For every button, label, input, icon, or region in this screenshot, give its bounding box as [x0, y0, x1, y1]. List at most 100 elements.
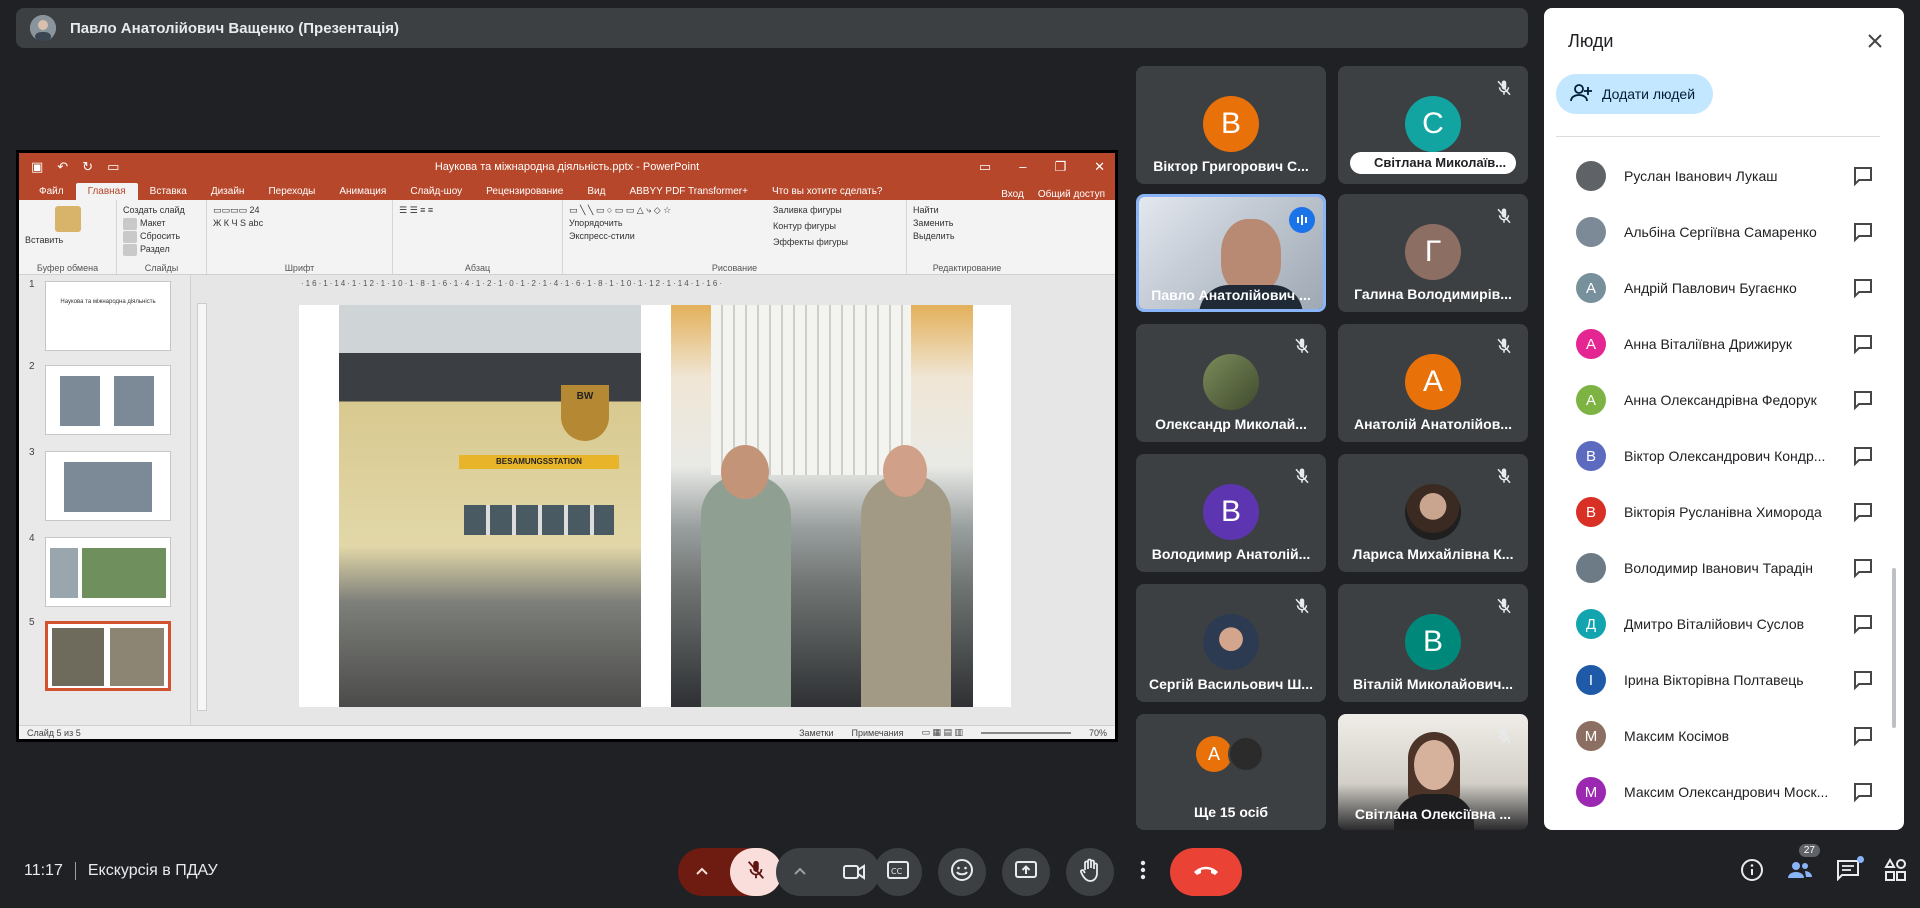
participant-name: Світлана Олексіївна ... — [1354, 806, 1512, 822]
people-list-item[interactable]: І Ірина Вікторівна Полтавець — [1544, 652, 1904, 708]
person-avatar: В — [1576, 441, 1606, 471]
mic-off-icon — [1492, 204, 1516, 228]
people-panel: Люди Додати людей Руслан Іванович Лукаш А… — [1544, 8, 1904, 830]
message-icon[interactable] — [1852, 669, 1874, 691]
participant-tile[interactable]: Олександр Миколай... — [1136, 324, 1326, 442]
reset-icon — [123, 230, 137, 243]
message-icon[interactable] — [1852, 165, 1874, 187]
message-icon[interactable] — [1852, 557, 1874, 579]
person-photo-avatar — [1576, 553, 1606, 583]
people-list-item[interactable]: А Анна Олександрівна Федорук — [1544, 372, 1904, 428]
participant-tile[interactable]: А Анатолій Анатолійов... — [1338, 324, 1528, 442]
close-icon[interactable] — [1864, 30, 1886, 52]
participant-avatar: А — [1405, 354, 1461, 410]
people-list-item[interactable]: А Анна Віталіївна Дрижирук — [1544, 316, 1904, 372]
slides-group: Создать слайд Макет Сбросить Раздел Слай… — [117, 200, 207, 274]
participant-avatar: С — [1405, 96, 1461, 152]
participant-tile[interactable]: В Віктор Григорович С... — [1136, 66, 1326, 184]
meet-window: Павло Анатолійович Ващенко (Презентація)… — [0, 0, 1920, 908]
participant-tile[interactable]: Світлана Олексіївна ... — [1338, 714, 1528, 830]
people-list-item[interactable]: В Віктор Олександрович Кондр... — [1544, 428, 1904, 484]
participant-tile[interactable]: Г Галина Володимирів... — [1338, 194, 1528, 312]
message-icon[interactable] — [1852, 277, 1874, 299]
participant-avatar: А — [1196, 736, 1232, 772]
people-list-item[interactable]: М Максим Косімов — [1544, 708, 1904, 764]
more-vert-icon — [1140, 859, 1146, 886]
thumb-number: 3 — [29, 447, 35, 458]
slide-counter: Слайд 5 из 5 — [27, 727, 81, 738]
people-icon — [1787, 859, 1813, 886]
reactions-button[interactable] — [938, 848, 986, 896]
camera-icon[interactable] — [842, 861, 866, 888]
participant-tile[interactable]: Сергій Васильович Ш... — [1136, 584, 1326, 702]
add-people-button[interactable]: Додати людей — [1556, 74, 1714, 114]
chevron-up-icon[interactable] — [790, 862, 810, 887]
paragraph-buttons: ☰ ☰ ≡ ≡ — [399, 205, 434, 215]
leave-call-button[interactable] — [1170, 848, 1242, 896]
person-name: Андрій Павлович Бугаєнко — [1624, 280, 1797, 296]
participant-tile-speaking[interactable]: Павло Анатолійович ... — [1136, 194, 1326, 312]
participant-tile[interactable]: В Володимир Анатолій... — [1136, 454, 1326, 572]
activities-button[interactable] — [1872, 848, 1920, 896]
message-icon[interactable] — [1852, 725, 1874, 747]
meeting-details-button[interactable] — [1728, 848, 1776, 896]
people-list-item[interactable]: Д Дмитро Віталійович Суслов — [1544, 596, 1904, 652]
message-icon[interactable] — [1852, 781, 1874, 803]
paragraph-group-label: Абзац — [464, 263, 491, 273]
message-icon[interactable] — [1852, 333, 1874, 355]
participant-tile[interactable]: С Світлана Миколаїв... — [1338, 66, 1528, 184]
message-icon[interactable] — [1852, 501, 1874, 523]
svg-text:CC: CC — [891, 867, 903, 876]
people-list-item[interactable]: Володимир Іванович Тарадін — [1544, 540, 1904, 596]
more-options-button[interactable] — [1128, 848, 1158, 896]
people-list-item[interactable]: А Андрій Павлович Бугаєнко — [1544, 260, 1904, 316]
presenter-name: Павло Анатолійович Ващенко (Презентація) — [70, 19, 400, 37]
paragraph-group: ☰ ☰ ≡ ≡ Абзац — [393, 200, 563, 274]
window-controls: ▭ – ❐ ✕ — [979, 159, 1105, 175]
raise-hand-button[interactable] — [1066, 848, 1114, 896]
chat-button[interactable] — [1824, 848, 1872, 896]
message-icon[interactable] — [1852, 221, 1874, 243]
message-icon[interactable] — [1852, 389, 1874, 411]
microphone-toggle-button[interactable] — [730, 848, 782, 896]
people-list-item[interactable]: Руслан Іванович Лукаш — [1544, 148, 1904, 204]
people-list-item[interactable]: М Максим Олександрович Моск... — [1544, 764, 1904, 820]
participant-tile[interactable]: Лариса Михайлівна К... — [1338, 454, 1528, 572]
person-name: Руслан Іванович Лукаш — [1624, 168, 1778, 184]
chevron-up-icon[interactable] — [692, 862, 712, 887]
ribbon-tabs: Файл Главная Вставка Дизайн Переходы Ани… — [19, 180, 1115, 200]
mic-off-icon — [745, 859, 767, 886]
person-name: Володимир Іванович Тарадін — [1624, 560, 1813, 576]
participant-face — [1414, 740, 1454, 790]
people-list-item[interactable]: Альбіна Сергіївна Самаренко — [1544, 204, 1904, 260]
people-button[interactable]: 27 — [1776, 844, 1824, 896]
people-list-scrollbar[interactable] — [1892, 568, 1896, 728]
tab-abbyy: ABBYY PDF Transformer+ — [629, 186, 748, 197]
participant-tile[interactable]: В Віталій Миколайович... — [1338, 584, 1528, 702]
person-woman-head — [721, 445, 769, 499]
person-avatar: А — [1576, 329, 1606, 359]
clipboard-group-label: Буфер обмена — [36, 263, 99, 273]
captions-button[interactable]: CC — [874, 848, 922, 896]
more-participants-tile[interactable]: А Ще 15 осіб — [1136, 714, 1326, 830]
person-avatar: І — [1576, 665, 1606, 695]
mic-off-icon — [1492, 464, 1516, 488]
slide-thumbnails: 1 Наукова та міжнародна діяльність 2 3 4 — [19, 275, 191, 725]
person-photo-avatar — [1576, 217, 1606, 247]
font-size-value: 24 — [249, 205, 260, 215]
bottom-control-bar: 11:17 Екскурсія в ПДАУ CC 27 — [0, 836, 1920, 908]
paste-icon — [54, 206, 81, 232]
tab-file: Файл — [39, 186, 64, 197]
present-screen-button[interactable] — [1002, 848, 1050, 896]
slide-thumbnail — [45, 365, 171, 435]
participant-avatar: Г — [1405, 224, 1461, 280]
speaking-indicator-icon — [1289, 207, 1315, 233]
shared-screen: ▣ ↶ ↻ ▭ Наукова та міжнародна діяльність… — [16, 150, 1118, 742]
vertical-ruler — [197, 303, 207, 711]
people-list-item[interactable]: В Вікторія Русланівна Химорода — [1544, 484, 1904, 540]
more-participants-label: Ще 15 осіб — [1193, 804, 1269, 820]
thumb-number: 1 — [29, 279, 35, 290]
tab-animations: Анимация — [339, 186, 387, 197]
message-icon[interactable] — [1852, 613, 1874, 635]
message-icon[interactable] — [1852, 445, 1874, 467]
